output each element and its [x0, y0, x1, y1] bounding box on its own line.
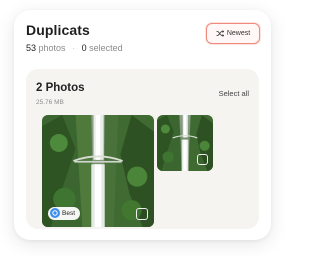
sort-label: Newest: [226, 30, 251, 37]
photo-count-label: photos: [38, 43, 66, 53]
photo-count: 53: [26, 43, 37, 53]
group-title: 2 Photos: [36, 82, 85, 94]
group-size: 25.76 MB: [36, 99, 64, 106]
duplicate-group: 2 Photos 25.76 MB Select all Best: [26, 69, 259, 229]
summary-line: 53 photos · 0 selected: [26, 43, 123, 53]
best-badge: Best: [48, 207, 81, 220]
photo-thumbnail-small[interactable]: [157, 115, 213, 171]
separator-dot: ·: [72, 43, 76, 53]
shuffle-icon: [216, 30, 224, 37]
selected-count-label: selected: [89, 43, 123, 53]
photo-checkbox[interactable]: [136, 208, 148, 220]
best-badge-icon: [50, 207, 60, 220]
best-badge-label: Best: [62, 210, 76, 217]
sort-newest-button[interactable]: Newest: [206, 23, 260, 44]
selected-count: 0: [81, 43, 87, 53]
duplicates-card: Duplicats 53 photos · 0 selected Newest …: [14, 10, 271, 240]
photo-checkbox[interactable]: [197, 154, 208, 165]
select-all-button[interactable]: Select all: [219, 89, 249, 98]
photo-thumbnail-large[interactable]: Best: [42, 115, 154, 227]
page-title: Duplicats: [26, 22, 90, 38]
